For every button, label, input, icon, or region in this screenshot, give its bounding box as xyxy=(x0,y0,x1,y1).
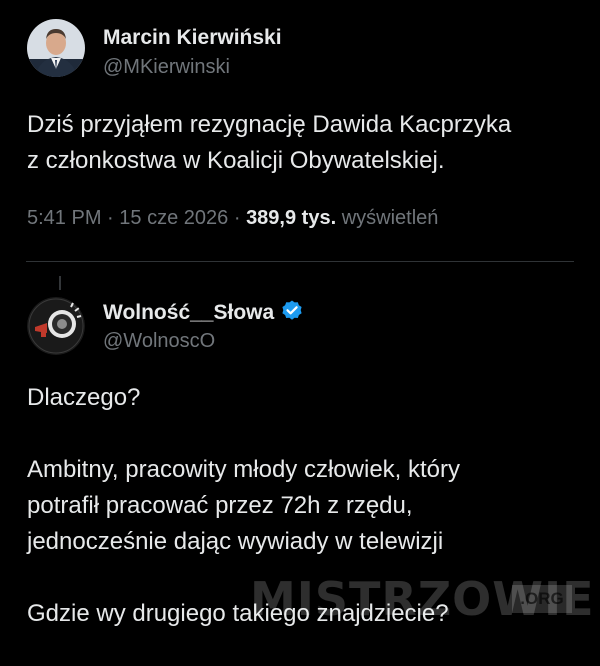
meta-separator: · xyxy=(233,207,241,229)
views-label: wyświetleń xyxy=(341,207,439,229)
tweet-text: Dziś przyjąłem rezygnację Dawida Kacprzy… xyxy=(27,111,512,174)
author-name[interactable]: Marcin Kierwiński xyxy=(103,26,282,50)
reply-author-name[interactable]: Wolność__Słowa xyxy=(103,299,304,329)
watermark-org: .ORG xyxy=(512,585,572,613)
avatar-marcin[interactable] xyxy=(27,19,85,77)
tweet-meta: 5:41 PM · 15 cze 2026 · 389,9 tys. wyświ… xyxy=(27,207,438,230)
tweet-date[interactable]: 15 cze 2026 xyxy=(119,207,228,229)
reply-author-handle[interactable]: @WolnoscO xyxy=(103,330,215,353)
avatar-wolnosc[interactable] xyxy=(27,297,85,355)
reply-author-name-text: Wolność__Słowa xyxy=(103,301,275,324)
views-count[interactable]: 389,9 tys. xyxy=(246,207,336,229)
author-handle[interactable]: @MKierwinski xyxy=(103,56,230,79)
tweet-time[interactable]: 5:41 PM xyxy=(27,207,101,229)
verified-badge-icon xyxy=(280,299,304,329)
tweet-divider xyxy=(26,261,574,262)
meta-separator: · xyxy=(107,207,114,229)
thread-line xyxy=(59,276,61,290)
